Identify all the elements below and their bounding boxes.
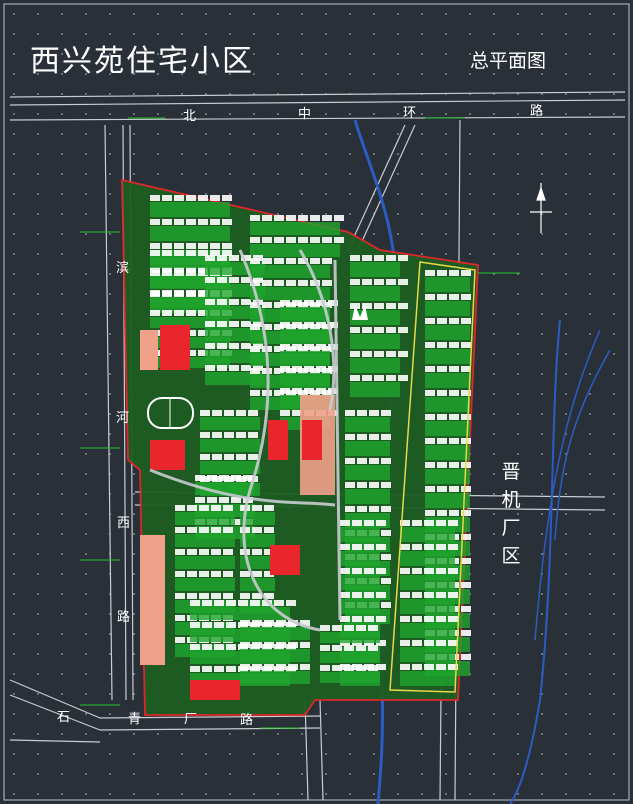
district-char-1: 晋 (501, 461, 521, 483)
road-label-west-3: 西 (117, 516, 131, 531)
road-label-north-2: 中 (298, 107, 312, 122)
site-plan-map (0, 0, 633, 804)
district-char-2: 机 (501, 489, 521, 511)
road-label-south-4: 路 (240, 713, 254, 728)
road-label-north-4: 路 (530, 104, 544, 119)
site-plan: 西兴苑住宅小区 总平面图 北 中 环 路 滨 河 西 路 石 青 厂 路 晋 机… (0, 0, 633, 804)
road-label-north-1: 北 (183, 109, 197, 124)
road-label-south-2: 青 (128, 712, 142, 727)
district-char-4: 区 (501, 545, 521, 567)
road-label-west-2: 河 (116, 411, 130, 426)
road-label-west-1: 滨 (116, 261, 130, 276)
road-label-south-3: 厂 (184, 712, 198, 727)
page-subtitle: 总平面图 (470, 50, 547, 72)
road-label-south-1: 石 (57, 710, 71, 725)
district-label: 晋 机 厂 区 (500, 458, 522, 570)
road-label-west-4: 路 (117, 610, 131, 625)
road-label-north-3: 环 (403, 106, 417, 121)
district-char-3: 厂 (501, 517, 521, 539)
page-title: 西兴苑住宅小区 (30, 44, 254, 79)
